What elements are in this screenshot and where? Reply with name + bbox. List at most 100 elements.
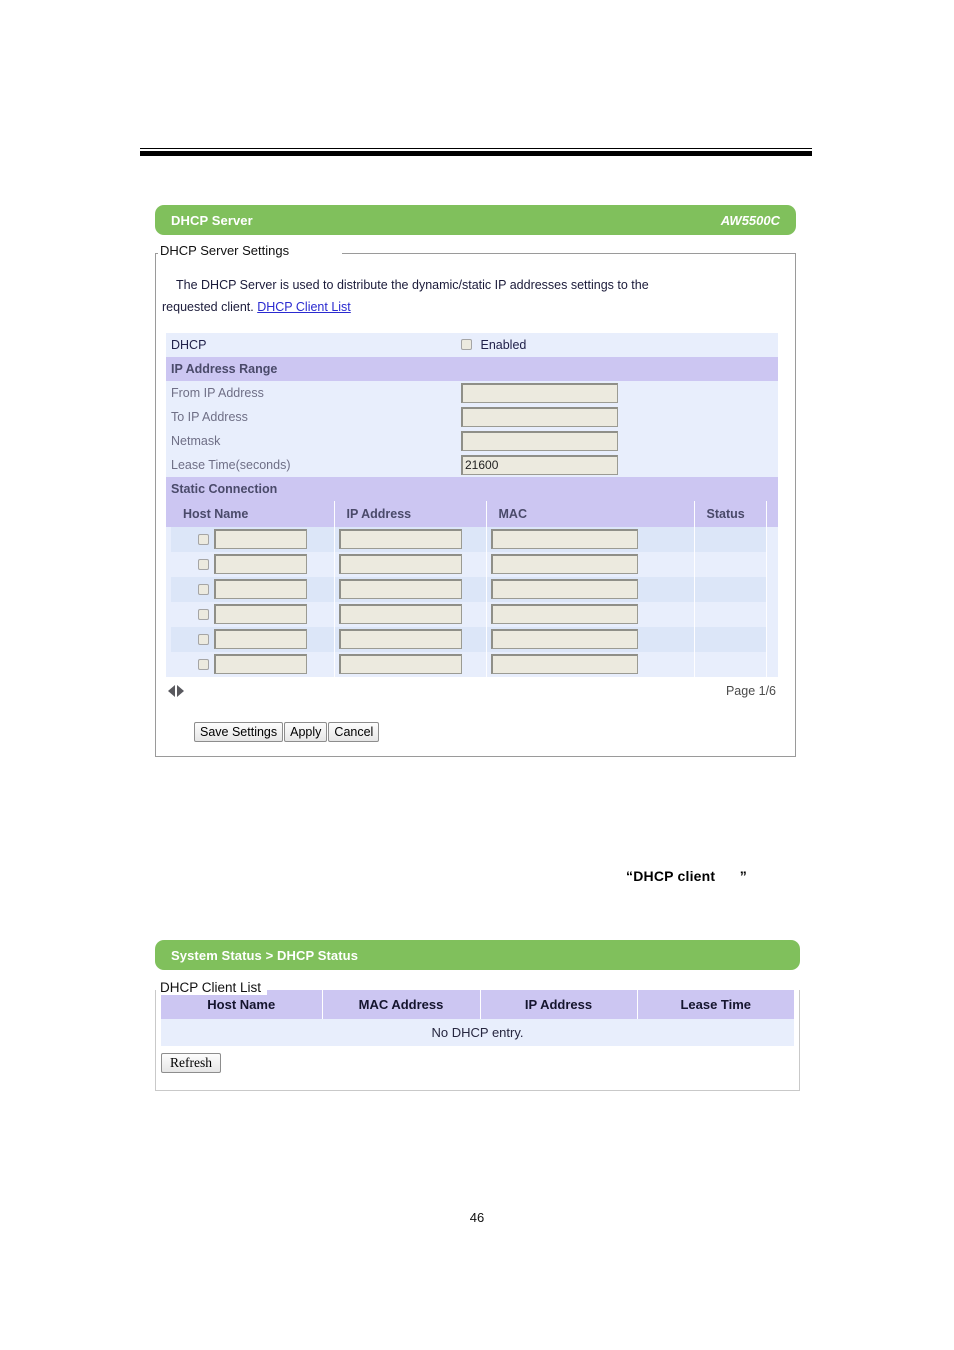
static-row-status-cell bbox=[694, 626, 767, 652]
static-mac-input[interactable] bbox=[490, 579, 638, 600]
apply-button[interactable]: Apply bbox=[284, 721, 328, 742]
static-ip-address-input[interactable] bbox=[338, 554, 462, 575]
row-edge-right bbox=[766, 601, 778, 627]
static-mac-input[interactable] bbox=[490, 654, 638, 675]
row-edge-right bbox=[766, 526, 778, 552]
settings-row-lease-time: Lease Time(seconds) bbox=[166, 452, 778, 477]
static-row-host-cell bbox=[171, 576, 335, 602]
refresh-button[interactable]: Refresh bbox=[161, 1053, 221, 1073]
row-spacer bbox=[676, 381, 766, 405]
dhcp-settings-table: DHCP Enabled IP Address Range From IP Ad bbox=[166, 332, 778, 501]
rule-thick-line bbox=[140, 151, 812, 156]
section-ip-address-range: IP Address Range bbox=[166, 356, 778, 381]
from-ip-address-cell bbox=[461, 381, 676, 405]
row-spacer bbox=[676, 453, 766, 477]
row-edge-right bbox=[766, 380, 778, 405]
static-row-host-cell bbox=[171, 601, 335, 627]
static-host-name-input[interactable] bbox=[213, 529, 307, 550]
settings-row-to-ip: To IP Address bbox=[166, 404, 778, 429]
static-table-pager: Page 1/6 bbox=[166, 678, 778, 704]
static-row-select-checkbox[interactable] bbox=[197, 608, 209, 620]
client-header-ip-address: IP Address bbox=[480, 990, 638, 1019]
lease-time-input[interactable] bbox=[461, 454, 618, 475]
header-ip-address: IP Address bbox=[334, 500, 487, 527]
row-edge-right bbox=[766, 576, 778, 602]
client-table-empty-row: No DHCP entry. bbox=[161, 1019, 794, 1046]
static-connection-title: Static Connection bbox=[171, 481, 278, 496]
header-host-name: Host Name bbox=[171, 500, 335, 527]
static-ip-address-input[interactable] bbox=[338, 629, 462, 650]
dhcp-server-settings-fieldset: DHCP Server Settings The DHCP Server is … bbox=[155, 243, 796, 757]
header-status: Status bbox=[694, 500, 767, 527]
save-settings-button[interactable]: Save Settings bbox=[194, 721, 284, 742]
static-mac-input[interactable] bbox=[490, 554, 638, 575]
breadcrumb: System Status > DHCP Status bbox=[171, 947, 359, 963]
static-mac-input[interactable] bbox=[490, 529, 638, 550]
static-table-header-row: Host Name IP Address MAC Status bbox=[166, 500, 778, 527]
static-row-status-cell bbox=[694, 576, 767, 602]
lease-time-cell bbox=[461, 453, 676, 477]
static-host-name-input[interactable] bbox=[213, 554, 307, 575]
row-edge-right bbox=[766, 404, 778, 429]
static-row-ip-cell bbox=[334, 601, 487, 627]
static-row-select-checkbox[interactable] bbox=[197, 533, 209, 545]
static-host-name-input[interactable] bbox=[213, 579, 307, 600]
cancel-button[interactable]: Cancel bbox=[328, 721, 380, 742]
static-host-name-input[interactable] bbox=[213, 654, 307, 675]
refresh-button-wrap: Refresh bbox=[161, 1053, 799, 1073]
table-row bbox=[166, 526, 778, 552]
static-row-ip-cell bbox=[334, 526, 487, 552]
static-row-status-cell bbox=[694, 526, 767, 552]
static-row-select-checkbox[interactable] bbox=[197, 658, 209, 670]
static-mac-input[interactable] bbox=[490, 629, 638, 650]
static-row-ip-cell bbox=[334, 626, 487, 652]
static-host-name-input[interactable] bbox=[213, 629, 307, 650]
static-row-select-checkbox[interactable] bbox=[197, 633, 209, 645]
netmask-cell bbox=[461, 429, 676, 453]
intro-text: The DHCP Server is used to distribute th… bbox=[156, 253, 795, 323]
dhcp-enabled-label: Enabled bbox=[480, 337, 527, 352]
netmask-input[interactable] bbox=[461, 430, 618, 451]
static-row-select-checkbox[interactable] bbox=[197, 558, 209, 570]
static-row-select-checkbox[interactable] bbox=[197, 583, 209, 595]
static-mac-input[interactable] bbox=[490, 604, 638, 625]
dhcp-client-list-fieldset: DHCP Client List Host Name MAC Address I… bbox=[155, 980, 800, 1091]
client-header-mac-address: MAC Address bbox=[322, 990, 481, 1019]
static-ip-address-input[interactable] bbox=[338, 579, 462, 600]
section-edge-right bbox=[766, 356, 778, 381]
settings-row-netmask: Netmask bbox=[166, 428, 778, 453]
row-edge-right bbox=[766, 626, 778, 652]
dhcp-client-list-table: Host Name MAC Address IP Address Lease T… bbox=[161, 990, 794, 1046]
table-row bbox=[166, 551, 778, 577]
header-mac: MAC bbox=[486, 500, 695, 527]
from-ip-address-input[interactable] bbox=[461, 382, 618, 403]
fieldset-legend: DHCP Server Settings bbox=[158, 243, 294, 258]
pager-arrows bbox=[166, 684, 184, 697]
static-ip-address-input[interactable] bbox=[338, 604, 462, 625]
static-row-host-cell bbox=[171, 526, 335, 552]
dhcp-enabled-checkbox[interactable] bbox=[461, 338, 472, 350]
static-row-mac-cell bbox=[486, 551, 695, 577]
static-row-host-cell bbox=[171, 651, 335, 677]
fieldset-top-line-right bbox=[342, 253, 795, 254]
header-edge-right bbox=[766, 500, 778, 527]
static-ip-address-input[interactable] bbox=[338, 654, 462, 675]
row-edge-right bbox=[766, 651, 778, 677]
page-indicator: Page 1/6 bbox=[725, 683, 776, 698]
static-row-mac-cell bbox=[486, 626, 695, 652]
table-row bbox=[166, 626, 778, 652]
client-list-legend: DHCP Client List bbox=[158, 980, 268, 995]
static-host-name-input[interactable] bbox=[213, 604, 307, 625]
static-row-ip-cell bbox=[334, 551, 487, 577]
form-button-row: Save Settings Apply Cancel bbox=[194, 721, 795, 742]
to-ip-address-input[interactable] bbox=[461, 406, 618, 427]
static-row-host-cell bbox=[171, 551, 335, 577]
dhcp-enabled-cell: Enabled bbox=[461, 333, 676, 357]
triangle-right-icon[interactable] bbox=[177, 684, 184, 697]
row-edge-right bbox=[766, 332, 778, 357]
static-ip-address-input[interactable] bbox=[338, 529, 462, 550]
dhcp-client-list-link[interactable]: DHCP Client List bbox=[257, 300, 351, 314]
page-number: 46 bbox=[469, 1210, 485, 1225]
triangle-left-icon[interactable] bbox=[168, 684, 175, 697]
row-edge-right bbox=[766, 551, 778, 577]
